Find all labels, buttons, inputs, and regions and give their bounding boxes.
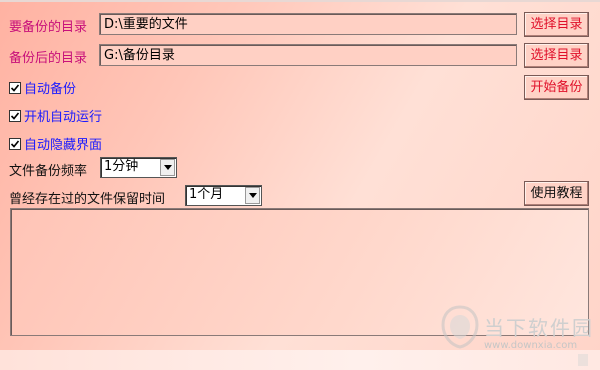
- source-dir-input[interactable]: D:\重要的文件: [99, 13, 517, 35]
- frequency-label: 文件备份频率: [9, 164, 88, 179]
- resize-grip-icon[interactable]: [578, 354, 588, 366]
- retention-label: 曾经存在过的文件保留时间: [9, 192, 166, 207]
- status-bar: [0, 350, 600, 370]
- top-border: [0, 0, 600, 2]
- auto-backup-label: 自动备份: [24, 82, 77, 97]
- retention-value: 1个月: [189, 187, 224, 202]
- choose-source-button[interactable]: 选择目录: [524, 12, 589, 37]
- check-icon: [10, 111, 20, 120]
- frequency-select[interactable]: 1分钟: [100, 157, 177, 178]
- backup-window: 要备份的目录 D:\重要的文件 选择目录 备份后的目录 G:\备份目录 选择目录…: [0, 0, 600, 370]
- autostart-checkbox[interactable]: 开机自动运行: [9, 106, 102, 125]
- watermark-name: 当下软件园: [484, 316, 594, 340]
- watermark-logo-icon: [440, 305, 480, 353]
- checkbox-box[interactable]: [9, 109, 21, 122]
- dest-dir-label: 备份后的目录: [9, 51, 88, 66]
- choose-dest-button[interactable]: 选择目录: [524, 43, 589, 68]
- auto-backup-checkbox[interactable]: 自动备份: [9, 78, 76, 97]
- dropdown-arrow-icon[interactable]: [245, 187, 260, 204]
- checkbox-box[interactable]: [9, 81, 21, 94]
- autostart-label: 开机自动运行: [24, 110, 103, 125]
- source-dir-label: 要备份的目录: [9, 20, 88, 35]
- dest-dir-input[interactable]: G:\备份目录: [99, 44, 517, 66]
- start-backup-button[interactable]: 开始备份: [524, 75, 589, 100]
- checkbox-box[interactable]: [9, 137, 21, 150]
- check-icon: [10, 139, 20, 148]
- auto-hide-checkbox[interactable]: 自动隐藏界面: [9, 134, 102, 153]
- check-icon: [10, 83, 20, 92]
- retention-select[interactable]: 1个月: [185, 185, 262, 206]
- frequency-value: 1分钟: [104, 159, 139, 174]
- dropdown-arrow-icon[interactable]: [160, 159, 175, 176]
- auto-hide-label: 自动隐藏界面: [24, 138, 103, 153]
- help-button[interactable]: 使用教程: [524, 181, 589, 206]
